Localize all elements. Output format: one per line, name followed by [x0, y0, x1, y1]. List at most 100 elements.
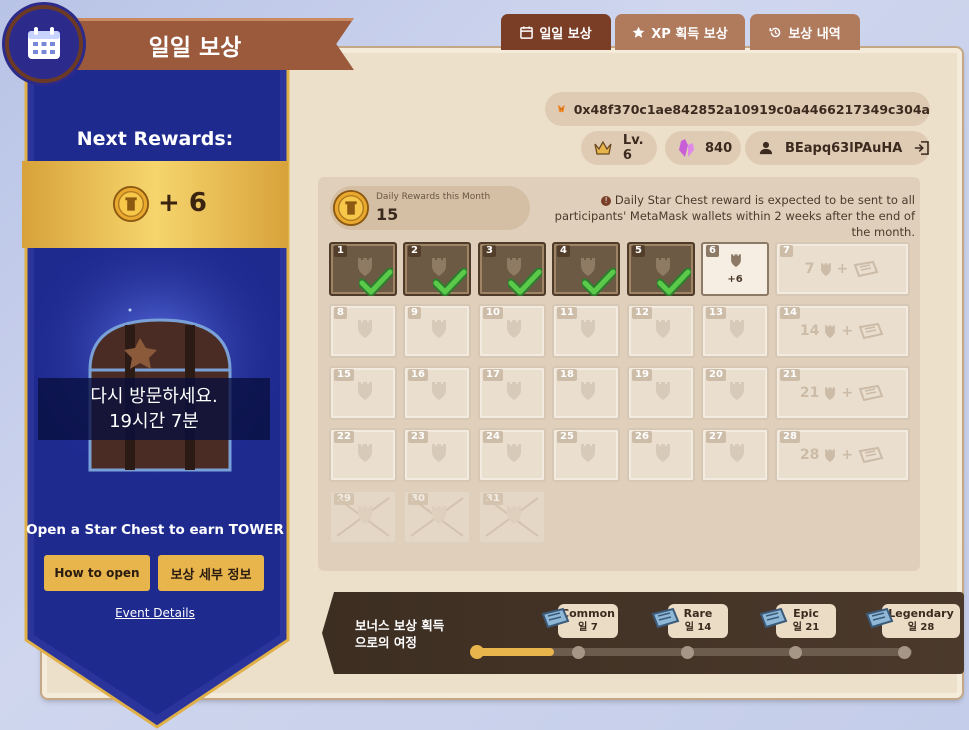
user-profile[interactable]: BEapq63lPAuHA — [745, 131, 930, 165]
day-number: 20 — [706, 369, 726, 381]
milestone-name: Rare — [683, 607, 713, 620]
tab-label: 보상 내역 — [788, 26, 841, 42]
day-cell-locked: 10 — [478, 304, 546, 358]
day-cell-locked: 19 — [627, 366, 695, 420]
calendar-icon — [520, 25, 534, 39]
check-icon — [508, 268, 542, 296]
monthly-count-pill: Daily Rewards this Month 15 — [330, 186, 530, 230]
day-cell-claimed: 4 — [552, 242, 620, 296]
tower-sticker-icon — [432, 320, 446, 338]
journey-progress-fill — [476, 648, 555, 656]
logout-icon[interactable] — [914, 139, 930, 157]
bonus-reward-label: 21 + — [777, 368, 908, 418]
tab-xp-rewards[interactable]: XP 획득 보상 — [615, 14, 745, 50]
check-icon — [359, 268, 393, 296]
monthly-count-value: 15 — [376, 205, 399, 224]
scroll-chest-icon — [758, 606, 788, 636]
check-icon — [433, 268, 467, 296]
milestone-name: Legendary — [888, 607, 954, 620]
tower-sticker-icon — [507, 506, 521, 524]
next-rewards-title: Next Rewards: — [76, 128, 234, 150]
tower-sticker-icon — [507, 382, 521, 400]
day-cell-locked: 27 — [701, 428, 769, 482]
journey-milestone-dot — [681, 646, 694, 659]
scroll-icon — [858, 446, 884, 464]
journey-start-dot — [470, 645, 484, 659]
day-cell-bonus: 14 14 + — [775, 304, 910, 358]
tower-sticker-icon — [581, 382, 595, 400]
bonus-reward-label: 28 + — [777, 430, 908, 480]
day-cell-locked: 26 — [627, 428, 695, 482]
wallet-address[interactable]: 0x48f370c1ae842852a10919c0a4466217349c30… — [545, 92, 930, 126]
tower-sticker-icon — [358, 506, 372, 524]
day-number: 5 — [632, 245, 645, 257]
bonus-count: 21 — [799, 385, 820, 401]
day-cell-locked: 22 — [329, 428, 397, 482]
day-number: 11 — [557, 307, 577, 319]
journey-milestone-dot — [572, 646, 585, 659]
bonus-count: 28 — [799, 447, 820, 463]
tower-sticker-icon — [432, 444, 446, 462]
countdown-timer: 19시간 7분 — [109, 411, 199, 432]
tower-sticker-icon — [432, 382, 446, 400]
monthly-count-label: Daily Rewards this Month — [376, 192, 491, 202]
tower-sticker-icon — [656, 382, 670, 400]
day-number: 19 — [632, 369, 652, 381]
day-number: 23 — [408, 431, 428, 443]
next-reward-ribbon — [22, 161, 288, 248]
day-cell-bonus: 28 28 + — [775, 428, 910, 482]
today-reward: +6 — [727, 274, 743, 285]
tab-reward-history[interactable]: 보상 내역 — [750, 14, 860, 50]
how-to-open-button[interactable]: How to open — [44, 555, 150, 591]
tower-sticker-icon — [731, 254, 741, 267]
day-cell-locked: 11 — [552, 304, 620, 358]
history-icon — [769, 27, 781, 37]
scroll-chest-icon — [864, 606, 894, 636]
crown-icon — [594, 140, 612, 155]
plus-sign: + — [836, 261, 849, 277]
username-text: BEapq63lPAuHA — [784, 140, 903, 156]
gems-counter: 840 — [665, 131, 741, 165]
metamask-fox-icon — [557, 105, 566, 113]
tower-coin-icon — [332, 189, 370, 227]
event-details-link[interactable]: Event Details — [22, 606, 288, 620]
tower-sticker-icon — [656, 444, 670, 462]
tower-sticker-icon — [730, 382, 744, 400]
day-number: 13 — [706, 307, 726, 319]
tower-coin-icon — [112, 185, 150, 223]
milestone-name: Epic — [793, 607, 819, 620]
plus-sign: + — [841, 385, 854, 401]
day-number: 8 — [334, 307, 347, 319]
scroll-icon — [853, 260, 879, 278]
day-cell-locked: 12 — [627, 304, 695, 358]
bonus-reward-label: 14 + — [777, 306, 908, 356]
tab-label: XP 획득 보상 — [651, 26, 728, 42]
day-cell-claimed: 3 — [478, 242, 546, 296]
bonus-count: 14 — [799, 323, 820, 339]
wallet-address-text: 0x48f370c1ae842852a10919c0a4466217349c30… — [573, 101, 930, 117]
day-number: 22 — [334, 431, 354, 443]
reward-details-button[interactable]: 보상 세부 정보 — [158, 555, 264, 591]
day-cell-locked: 13 — [701, 304, 769, 358]
tower-sticker-icon — [730, 320, 744, 338]
day-cell-claimed: 2 — [403, 242, 471, 296]
page-title: 일일 보상 — [148, 35, 242, 61]
day-number: 25 — [557, 431, 577, 443]
calendar-icon — [28, 27, 60, 59]
day-cell-locked: 8 — [329, 304, 397, 358]
day-cell-today: 6 +6 — [701, 242, 769, 296]
day-cell-missed: 30 — [403, 490, 471, 544]
notice-text: ! Daily Star Chest reward is expected to… — [540, 192, 915, 240]
tower-sticker-icon — [825, 387, 836, 400]
scroll-chest-icon — [650, 606, 680, 636]
scroll-icon — [858, 322, 884, 340]
tab-daily-rewards[interactable]: 일일 보상 — [501, 14, 611, 50]
day-cell-claimed: 5 — [627, 242, 695, 296]
tower-sticker-icon — [432, 506, 446, 524]
scroll-icon — [858, 384, 884, 402]
revisit-message: 다시 방문하세요. 19시간 7분 — [38, 384, 270, 434]
day-number: 3 — [483, 245, 496, 257]
star-icon — [632, 26, 645, 38]
day-cell-locked: 16 — [403, 366, 471, 420]
day-number: 26 — [632, 431, 652, 443]
